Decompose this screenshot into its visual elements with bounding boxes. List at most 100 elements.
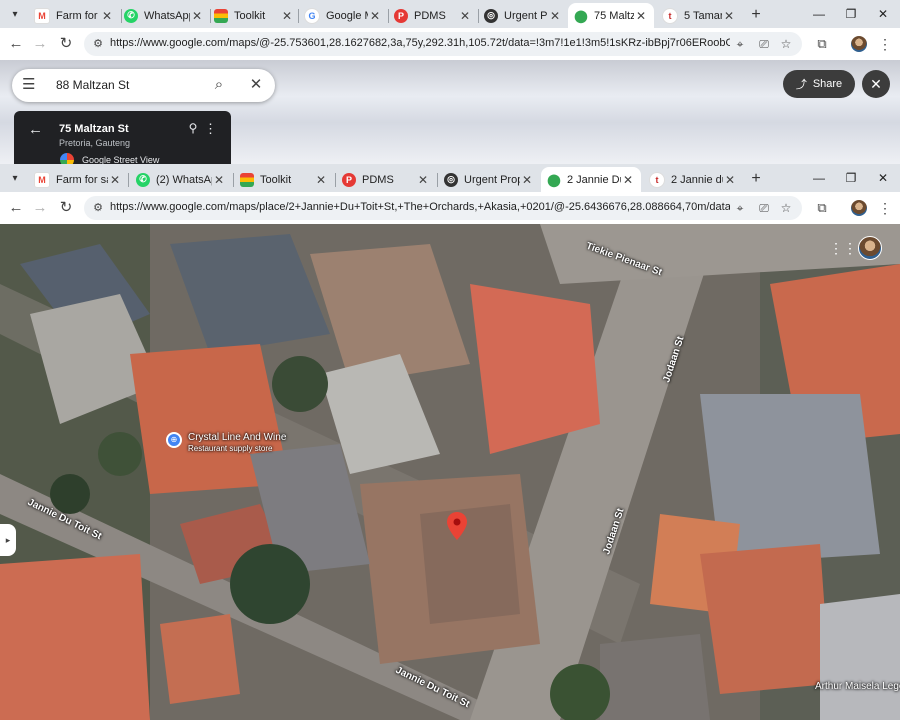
close-icon[interactable]: ✕	[280, 9, 294, 23]
close-icon[interactable]: ✕	[190, 9, 204, 23]
restore-button[interactable]: ❐	[838, 168, 864, 188]
back-button[interactable]: ←	[6, 34, 26, 54]
profile-avatar[interactable]	[851, 200, 867, 216]
browser-menu-icon[interactable]: ⋮	[878, 34, 892, 54]
close-icon[interactable]: ✕	[368, 9, 382, 23]
whatsapp-icon: ✆	[136, 172, 150, 187]
reload-button[interactable]: ↻	[56, 34, 76, 54]
maps-icon: ⬤	[547, 172, 561, 187]
share-icon: ⤴	[795, 79, 807, 91]
close-icon[interactable]: ✕	[416, 173, 430, 187]
close-icon[interactable]: ✕	[722, 9, 736, 23]
site-settings-icon[interactable]: ⚙	[90, 36, 106, 52]
property-icon: t	[649, 171, 665, 188]
tab-urgent[interactable]: ◎ Urgent Pr ✕	[478, 3, 568, 28]
maps-icon: ⬤	[574, 8, 588, 23]
reload-button[interactable]: ↻	[56, 198, 76, 218]
browser-window-front: ▾ M Farm for sale ✕ ✆ (2) WhatsApp ✕ Too…	[0, 164, 900, 720]
share-button[interactable]: ⤴ Share	[783, 70, 855, 98]
street-view-canvas[interactable]: ☰ 88 Maltzan St ⌕ ✕ ⤴ Share ✕ ← 75 Maltz…	[0, 60, 900, 164]
search-icon[interactable]: ⌕	[210, 76, 228, 94]
shopping-bag-icon[interactable]: ⊕	[166, 432, 182, 448]
google-logo-icon	[60, 153, 74, 164]
close-icon[interactable]: ✕	[723, 173, 737, 187]
bookmark-star-icon[interactable]: ☆	[778, 200, 794, 216]
tab-2-jannie-du-toit[interactable]: ⬤ 2 Jannie Du To ✕	[541, 167, 641, 192]
tab-toolkit[interactable]: Toolkit ✕	[234, 167, 334, 192]
tab-strip: ▾ M Farm for sale ✕ ✆ (2) WhatsApp ✕ Too…	[0, 164, 900, 192]
browser-window-back: ▾ M Farm for s ✕ ✆ WhatsApp ✕ Toolkit ✕ …	[0, 0, 900, 164]
forward-button[interactable]: →	[30, 34, 50, 54]
tab-google-my[interactable]: G Google M ✕	[298, 3, 388, 28]
location-icon[interactable]: ⌖	[732, 200, 748, 216]
window-close-button[interactable]: ✕	[870, 4, 896, 24]
tab-farm[interactable]: M Farm for s ✕	[28, 3, 120, 28]
poi-name[interactable]: Crystal Line And Wine	[188, 432, 286, 443]
profile-avatar[interactable]	[851, 36, 867, 52]
tab-whatsapp[interactable]: ✆ (2) WhatsApp ✕	[130, 167, 232, 192]
window-close-button[interactable]: ✕	[870, 168, 896, 188]
close-icon[interactable]: ✕	[314, 173, 328, 187]
new-tab-button[interactable]: +	[745, 168, 767, 190]
back-button[interactable]: ←	[6, 198, 26, 218]
minimize-button[interactable]: —	[806, 4, 832, 24]
install-app-icon[interactable]: ⎚	[756, 36, 772, 52]
gmail-icon: M	[34, 171, 50, 188]
tab-search-icon[interactable]: ▾	[6, 6, 24, 24]
tab-urgent[interactable]: ◎ Urgent Proper ✕	[438, 167, 540, 192]
tab-2-jannie-du-toit-listing[interactable]: t 2 Jannie du To ✕	[643, 167, 743, 192]
browser-menu-icon[interactable]: ⋮	[878, 198, 892, 218]
close-icon[interactable]: ✕	[634, 9, 648, 23]
expand-panel-button[interactable]: ▸	[0, 524, 16, 556]
street-view-info-card: ← 75 Maltzan St Pretoria, Gauteng ⚲ ⋮ Go…	[14, 111, 231, 164]
extensions-icon[interactable]: ⧉	[812, 34, 832, 54]
forward-button[interactable]: →	[30, 198, 50, 218]
tab-toolkit[interactable]: Toolkit ✕	[208, 3, 300, 28]
close-icon[interactable]: ✕	[621, 173, 635, 187]
urgent-icon: ◎	[484, 8, 498, 23]
satellite-map[interactable]: Tiekie Pienaar St Jodaan St Jodaan St Ja…	[0, 224, 900, 720]
close-icon[interactable]: ✕	[100, 9, 114, 23]
install-app-icon[interactable]: ⎚	[756, 200, 772, 216]
google-apps-icon[interactable]: ⋮⋮⋮	[829, 240, 871, 256]
extensions-icon[interactable]: ⧉	[812, 198, 832, 218]
address-bar[interactable]: ⚙ https://www.google.com/maps/place/2+Ja…	[84, 196, 802, 220]
place-subtitle: Pretoria, Gauteng	[59, 138, 131, 148]
place-title: 75 Maltzan St	[59, 123, 129, 135]
tab-75-maltzan[interactable]: ⬤ 75 Maltzan ✕	[568, 3, 654, 28]
location-marker-icon[interactable]	[447, 512, 467, 540]
tab-tamarisk[interactable]: t 5 Tamarisk ✕	[656, 3, 742, 28]
google-icon: G	[304, 7, 320, 24]
bookmark-star-icon[interactable]: ☆	[778, 36, 794, 52]
pdms-icon: P	[342, 172, 356, 187]
close-icon[interactable]: ✕	[458, 9, 472, 23]
search-input[interactable]: 88 Maltzan St	[56, 78, 129, 92]
location-pin-icon[interactable]: ⚲	[186, 121, 200, 137]
browser-toolbar: ← → ↻ ⚙ https://www.google.com/maps/@-25…	[0, 28, 900, 60]
clear-search-icon[interactable]: ✕	[247, 76, 265, 94]
minimize-button[interactable]: —	[806, 168, 832, 188]
more-options-icon[interactable]: ⋮	[204, 121, 217, 137]
close-street-view-button[interactable]: ✕	[862, 70, 890, 98]
tab-farm[interactable]: M Farm for sale ✕	[28, 167, 128, 192]
tab-pdms[interactable]: P PDMS ✕	[388, 3, 478, 28]
site-settings-icon[interactable]: ⚙	[90, 200, 106, 216]
gmail-icon: M	[34, 7, 50, 24]
menu-icon[interactable]: ☰	[22, 77, 40, 93]
tab-whatsapp[interactable]: ✆ WhatsApp ✕	[118, 3, 210, 28]
close-icon[interactable]: ✕	[108, 173, 122, 187]
address-bar[interactable]: ⚙ https://www.google.com/maps/@-25.75360…	[84, 32, 802, 56]
tab-search-icon[interactable]: ▾	[6, 170, 24, 188]
new-tab-button[interactable]: +	[745, 4, 767, 26]
close-icon[interactable]: ✕	[520, 173, 534, 187]
back-arrow-icon[interactable]: ←	[28, 121, 43, 138]
tab-pdms[interactable]: P PDMS ✕	[336, 167, 436, 192]
account-avatar[interactable]	[858, 236, 882, 260]
location-icon[interactable]: ⌖	[732, 36, 748, 52]
toolkit-icon	[240, 172, 254, 187]
close-icon[interactable]: ✕	[212, 173, 226, 187]
restore-button[interactable]: ❐	[838, 4, 864, 24]
satellite-imagery	[0, 224, 900, 720]
close-icon[interactable]: ✕	[548, 9, 562, 23]
maps-search-box[interactable]: ☰ 88 Maltzan St ⌕ ✕	[12, 69, 275, 102]
